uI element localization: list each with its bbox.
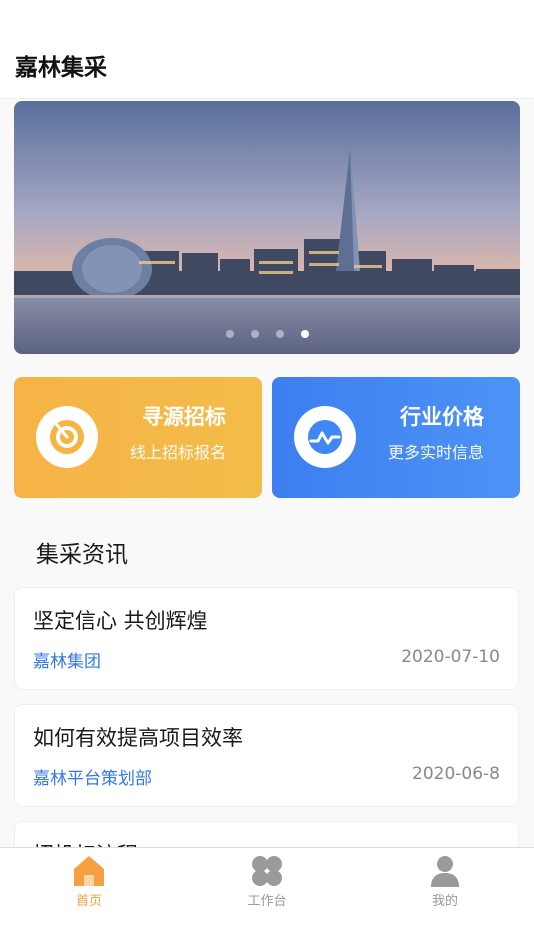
app-header: 嘉林集采 — [0, 0, 534, 99]
pagination-dot[interactable] — [250, 330, 259, 338]
pagination-dot[interactable] — [275, 330, 284, 338]
news-item[interactable]: 招投标流程 — [14, 821, 519, 847]
sourcing-bidding-card[interactable]: 寻源招标 线上招标报名 — [14, 377, 262, 498]
quick-entries: 寻源招标 线上招标报名 行业价格 更多实时信息 — [14, 377, 520, 498]
card-title: 行业价格 — [400, 405, 484, 429]
card-title: 寻源招标 — [142, 405, 226, 429]
home-icon — [74, 856, 104, 886]
tab-home[interactable]: 首页 — [0, 848, 178, 918]
news-title: 坚定信心 共创辉煌 — [33, 609, 208, 633]
news-date: 2020-06-8 — [412, 764, 500, 784]
news-item[interactable]: 如何有效提高项目效率 嘉林平台策划部 2020-06-8 — [14, 704, 519, 807]
pagination-dot-active[interactable] — [300, 330, 309, 338]
banner-image — [14, 101, 520, 354]
news-title: 如何有效提高项目效率 — [33, 726, 243, 750]
app-title: 嘉林集采 — [15, 55, 107, 81]
tab-profile[interactable]: 我的 — [356, 848, 534, 918]
card-subtitle: 线上招标报名 — [129, 443, 226, 462]
home-content[interactable]: 寻源招标 线上招标报名 行业价格 更多实时信息 集采资讯 坚定信心 共创辉煌 嘉… — [0, 99, 534, 847]
news-source: 嘉林集团 — [33, 652, 101, 672]
tab-label: 工作台 — [247, 894, 287, 909]
tab-label: 我的 — [431, 894, 458, 909]
bottom-tab-bar: 首页 工作台 我的 — [0, 847, 534, 951]
workbench-icon — [252, 856, 282, 886]
news-title: 招投标流程 — [33, 839, 138, 847]
news-section-title: 集采资讯 — [36, 542, 128, 568]
target-icon — [36, 406, 98, 468]
tab-workbench[interactable]: 工作台 — [178, 848, 356, 918]
news-date: 2020-07-10 — [401, 647, 500, 667]
price-wave-icon — [294, 406, 356, 468]
industry-price-card[interactable]: 行业价格 更多实时信息 — [272, 377, 520, 498]
news-source: 嘉林平台策划部 — [33, 769, 152, 789]
banner-pagination — [14, 330, 520, 338]
pagination-dot[interactable] — [225, 330, 234, 338]
profile-icon — [431, 856, 459, 887]
card-subtitle: 更多实时信息 — [387, 443, 484, 462]
tab-label: 首页 — [75, 894, 102, 909]
news-item[interactable]: 坚定信心 共创辉煌 嘉林集团 2020-07-10 — [14, 587, 519, 690]
banner-carousel[interactable] — [14, 101, 520, 354]
